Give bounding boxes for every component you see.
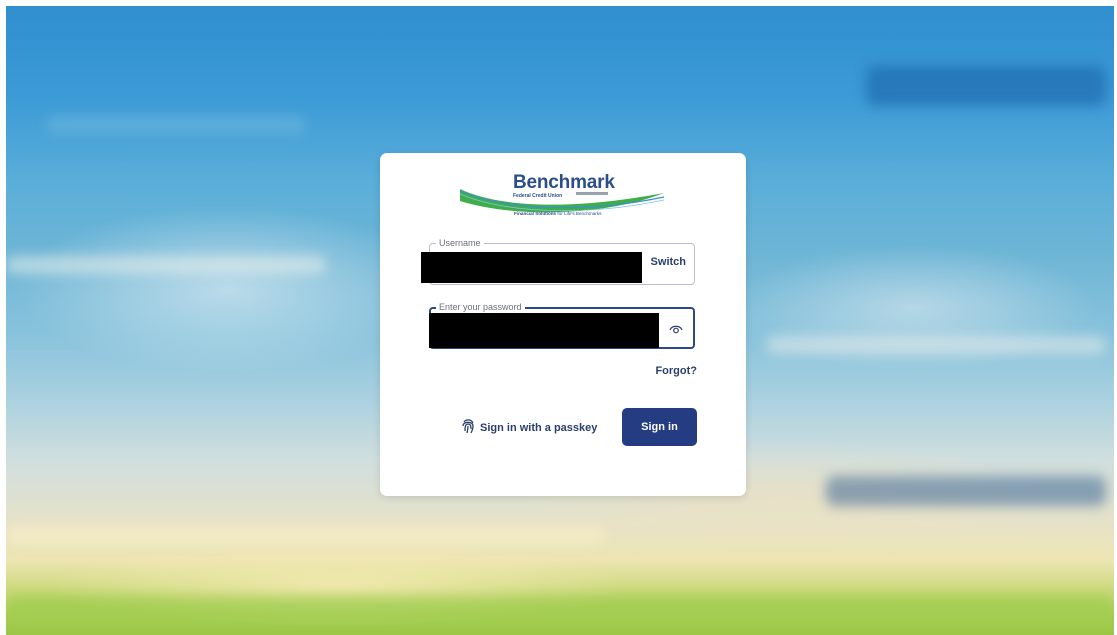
passkey-signin-label: Sign in with a passkey: [480, 421, 598, 434]
sign-in-button[interactable]: Sign in: [622, 408, 697, 446]
username-field[interactable]: Username Switch: [421, 237, 695, 285]
eye-icon[interactable]: [669, 322, 683, 334]
username-value-redacted: [421, 252, 642, 283]
fingerprint-icon: [461, 418, 475, 437]
password-value-redacted: [429, 313, 659, 348]
forgot-password-link[interactable]: Forgot?: [655, 365, 697, 377]
passkey-signin-button[interactable]: Sign in with a passkey: [461, 418, 597, 437]
logo-brand-text: Benchmark: [513, 172, 615, 193]
switch-user-button[interactable]: Switch: [651, 256, 686, 268]
password-field[interactable]: Enter your password: [429, 301, 695, 349]
logo-tagline: Financial Solutions for Life's Benchmark…: [514, 211, 602, 216]
username-label: Username: [436, 237, 484, 249]
login-card: Benchmark Federal Credit Union Financial…: [380, 153, 746, 496]
password-label: Enter your password: [436, 301, 525, 313]
logo-subtitle: Federal Credit Union: [513, 193, 563, 199]
benchmark-logo: Benchmark Federal Credit Union Financial…: [458, 167, 668, 225]
